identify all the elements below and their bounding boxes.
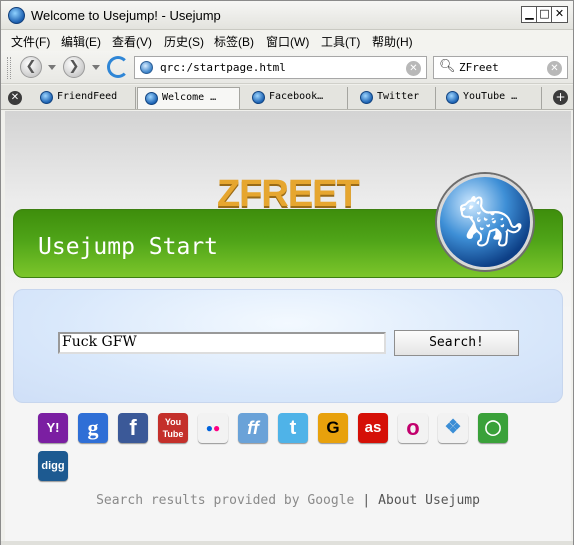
about-usejump-link[interactable]: About Usejump bbox=[378, 493, 480, 508]
globe-icon bbox=[252, 91, 265, 104]
address-text[interactable]: qrc:/startpage.html bbox=[160, 61, 286, 74]
twitter-icon[interactable]: t bbox=[278, 413, 308, 443]
tab-youtube[interactable]: YouTube … bbox=[439, 87, 542, 109]
forward-dropdown-icon[interactable] bbox=[92, 65, 100, 70]
service-icons: Y! g f You Tube ●● ff t G as o ❖ ◯ digg bbox=[38, 413, 538, 483]
globe-icon bbox=[40, 91, 53, 104]
search-provider-text: Search results provided by Google bbox=[96, 493, 355, 508]
menu-bar: 文件(F) 编辑(E) 查看(V) 历史(S) 标签(B) 窗口(W) 工具(T… bbox=[1, 30, 573, 51]
friendfeed-icon[interactable]: ff bbox=[238, 413, 268, 443]
tab-friendfeed[interactable]: FriendFeed bbox=[33, 87, 136, 109]
search-bar[interactable]: 🔍︎ ZFreet ✕ bbox=[433, 56, 568, 79]
footer: Search results provided by Google | About … bbox=[5, 493, 571, 508]
tab-label: FriendFeed bbox=[57, 91, 118, 102]
digg-icon[interactable]: digg bbox=[38, 451, 68, 481]
page-favicon-icon bbox=[140, 61, 153, 74]
title-bar: Welcome to Usejump! - Usejump ▁ □ ✕ bbox=[1, 1, 573, 30]
globe-icon bbox=[145, 92, 158, 105]
navigation-toolbar: ❮ ❯ qrc:/startpage.html ✕ 🔍︎ ZFreet ✕ bbox=[1, 51, 573, 84]
menu-help[interactable]: 帮助(H) bbox=[372, 33, 413, 50]
menu-window[interactable]: 窗口(W) bbox=[266, 33, 309, 50]
gmail-icon[interactable]: G bbox=[318, 413, 348, 443]
search-button[interactable]: Search! bbox=[394, 330, 519, 356]
tab-bar: ✕ FriendFeed Welcome … Facebook… Twitter… bbox=[1, 85, 573, 110]
menu-edit[interactable]: 编辑(E) bbox=[61, 33, 101, 50]
tab-twitter[interactable]: Twitter bbox=[353, 87, 436, 109]
banner-title: Usejump Start bbox=[38, 234, 219, 260]
menu-history[interactable]: 历史(S) bbox=[164, 33, 204, 50]
clear-search-icon[interactable]: ✕ bbox=[547, 61, 562, 76]
close-window-button[interactable]: ✕ bbox=[551, 6, 568, 23]
forward-button[interactable]: ❯ bbox=[63, 56, 85, 78]
search-input[interactable]: Fuck GFW bbox=[58, 332, 386, 354]
search-panel: Fuck GFW Search! bbox=[13, 289, 563, 403]
status-bar bbox=[1, 541, 573, 545]
windows-icon[interactable]: ❖ bbox=[438, 413, 468, 443]
tab-label: Welcome … bbox=[162, 92, 217, 103]
tab-label: YouTube … bbox=[463, 91, 518, 102]
globe-icon bbox=[446, 91, 459, 104]
menu-tools[interactable]: 工具(T) bbox=[321, 33, 360, 50]
lastfm-icon[interactable]: as bbox=[358, 413, 388, 443]
google-icon[interactable]: g bbox=[78, 413, 108, 443]
search-icon[interactable]: 🔍︎ bbox=[439, 59, 456, 74]
tab-facebook[interactable]: Facebook… bbox=[245, 87, 348, 109]
address-bar[interactable]: qrc:/startpage.html ✕ bbox=[134, 56, 427, 79]
close-tab-icon[interactable]: ✕ bbox=[8, 91, 22, 105]
reload-icon[interactable] bbox=[107, 56, 129, 78]
menu-view[interactable]: 查看(V) bbox=[112, 33, 152, 50]
tab-label: Twitter bbox=[377, 91, 420, 102]
globe-icon bbox=[360, 91, 373, 104]
window-title: Welcome to Usejump! - Usejump bbox=[31, 8, 221, 23]
tab-label: Facebook… bbox=[269, 91, 324, 102]
jaguar-emblem-icon: 🐆︎ bbox=[437, 174, 533, 270]
new-tab-icon[interactable]: + bbox=[553, 90, 568, 105]
orkut-icon[interactable]: o bbox=[398, 413, 428, 443]
facebook-icon[interactable]: f bbox=[118, 413, 148, 443]
tab-welcome[interactable]: Welcome … bbox=[137, 87, 240, 109]
clear-url-icon[interactable]: ✕ bbox=[406, 61, 421, 76]
search-engine-label[interactable]: ZFreet bbox=[459, 61, 499, 74]
footer-separator: | bbox=[362, 493, 371, 508]
menu-bookmarks[interactable]: 标签(B) bbox=[214, 33, 254, 50]
youtube-icon[interactable]: You Tube bbox=[158, 413, 188, 443]
back-dropdown-icon[interactable] bbox=[48, 65, 56, 70]
flickr-icon[interactable]: ●● bbox=[198, 413, 228, 443]
toolbar-grip[interactable] bbox=[7, 57, 11, 79]
app-icon bbox=[8, 7, 25, 24]
yahoo-icon[interactable]: Y! bbox=[38, 413, 68, 443]
start-page: ZFREET Usejump Start 🐆︎ Fuck GFW Search!… bbox=[5, 111, 571, 541]
chat-icon[interactable]: ◯ bbox=[478, 413, 508, 443]
browser-window: Welcome to Usejump! - Usejump ▁ □ ✕ 文件(F… bbox=[0, 0, 574, 545]
menu-file[interactable]: 文件(F) bbox=[11, 33, 50, 50]
back-button[interactable]: ❮ bbox=[20, 56, 42, 78]
